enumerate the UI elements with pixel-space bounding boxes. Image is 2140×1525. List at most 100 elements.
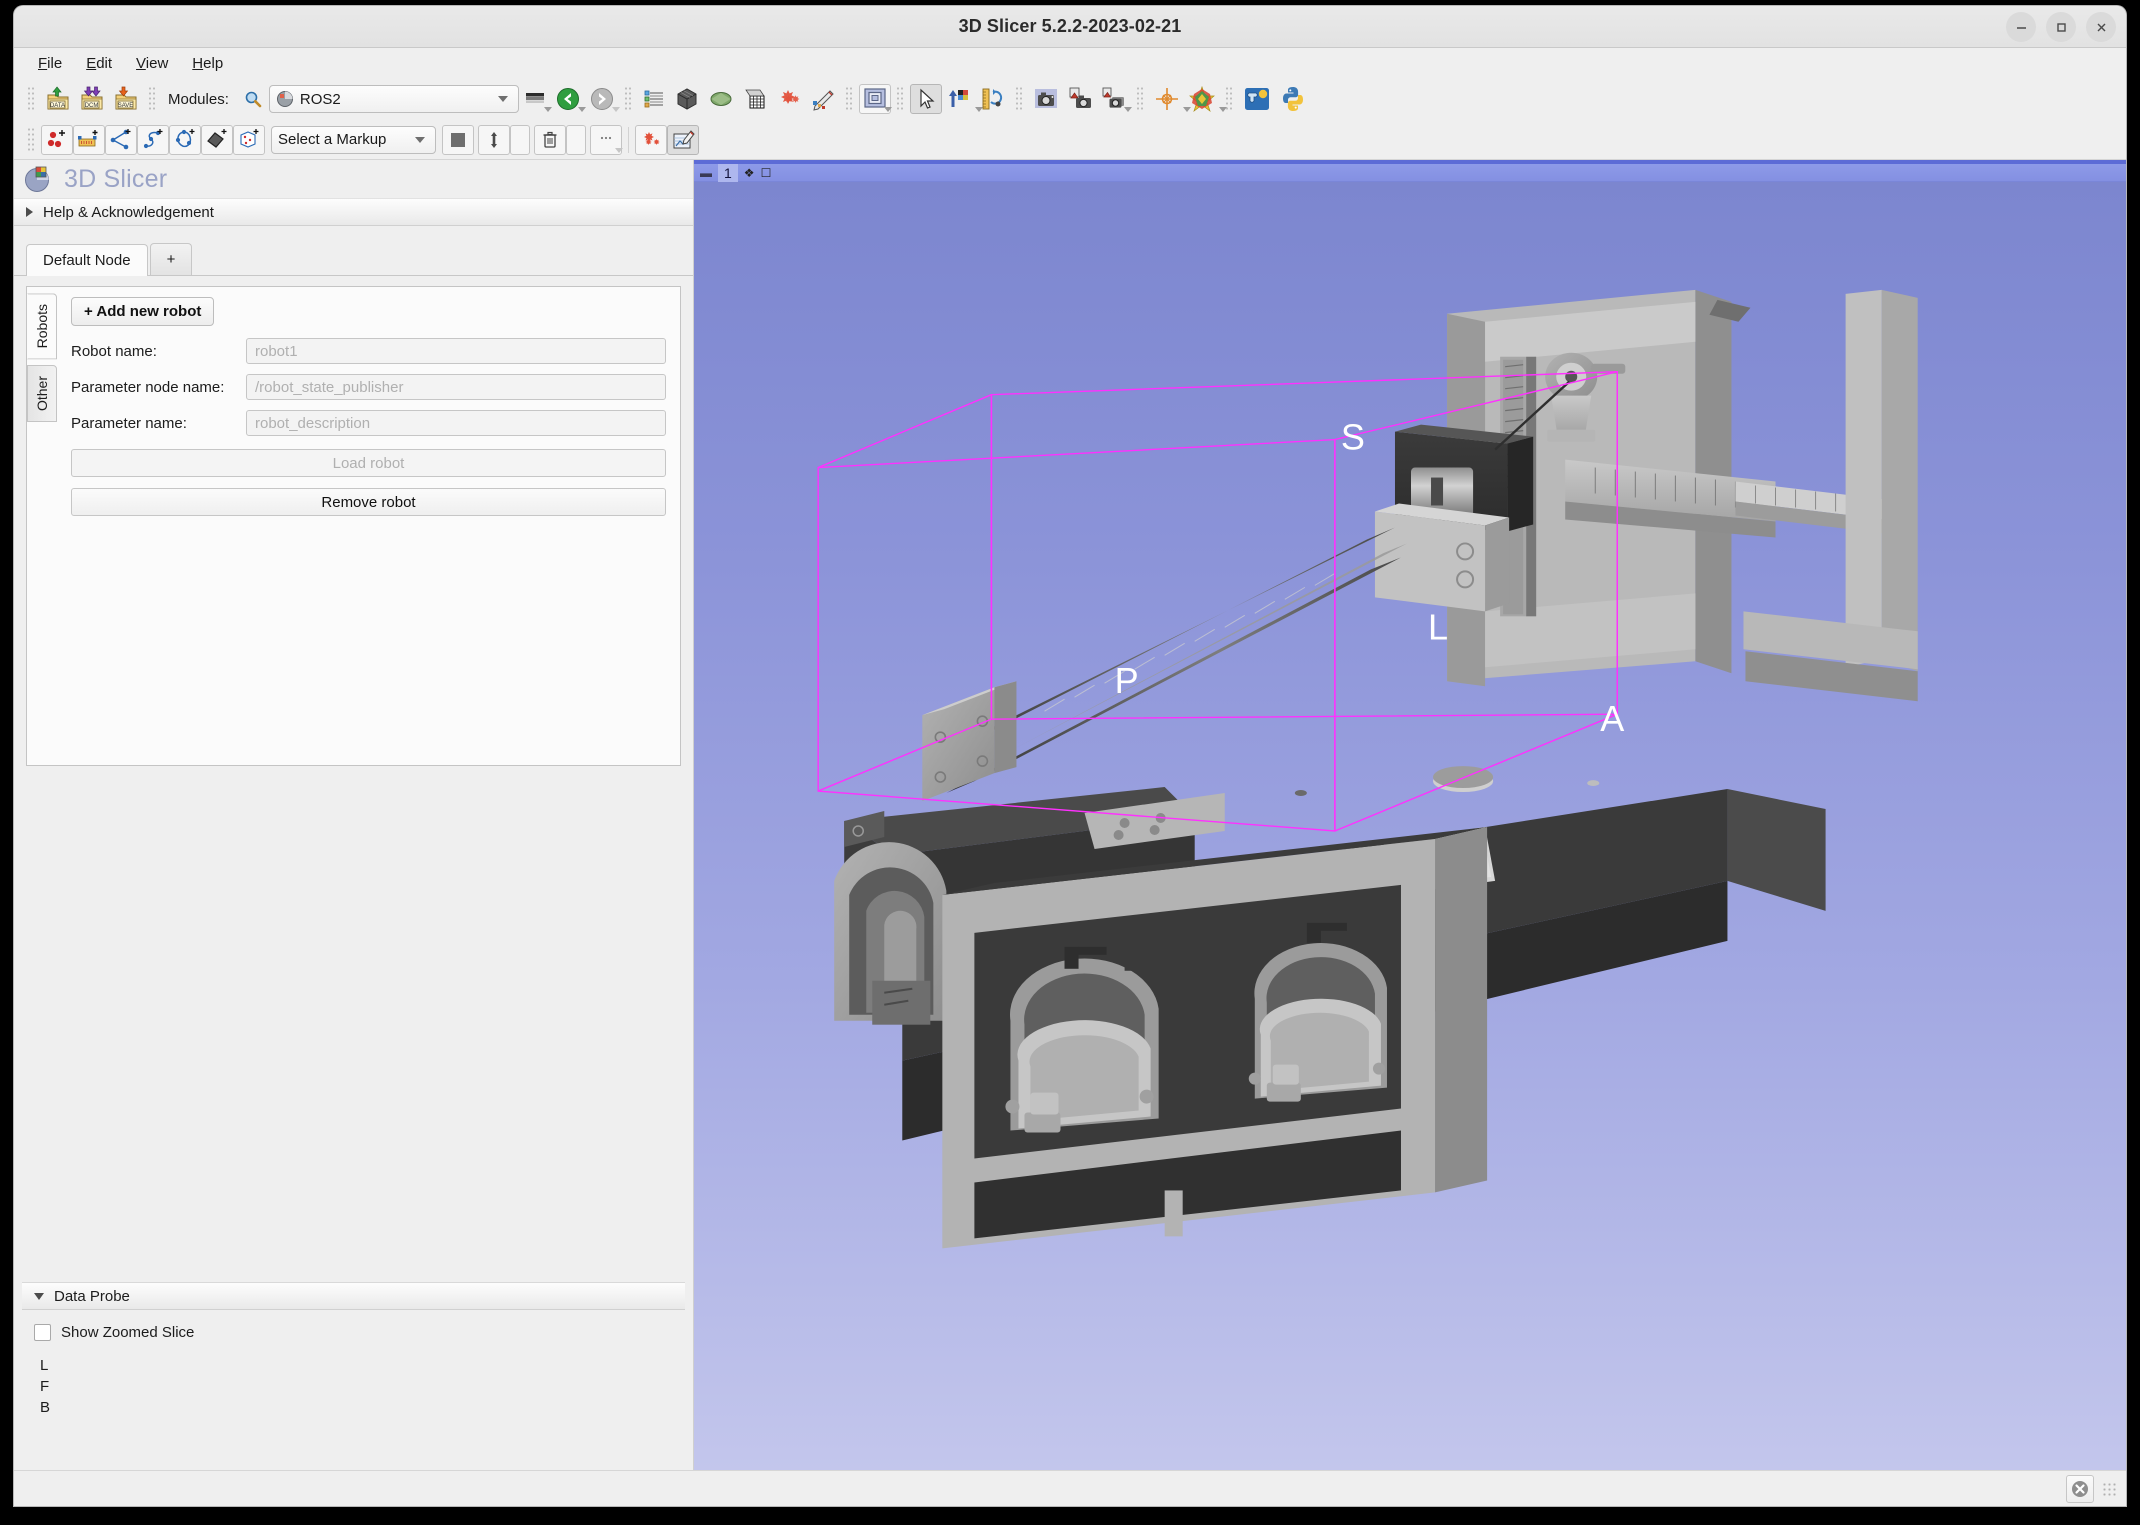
capture-screenshot-icon[interactable] xyxy=(1029,84,1063,114)
subject-hierarchy-icon[interactable] xyxy=(638,84,670,114)
python-console-icon[interactable] xyxy=(1275,84,1311,114)
next-module-icon[interactable] xyxy=(585,84,620,114)
markups-toolbar-grip[interactable] xyxy=(27,126,36,153)
error-log-icon[interactable] xyxy=(2066,1474,2094,1503)
maximize-view-icon[interactable]: ☐ xyxy=(761,167,772,179)
toolbar-grip-modules2[interactable] xyxy=(623,86,633,112)
toolbar-grip[interactable] xyxy=(27,86,36,112)
plane-icon[interactable] xyxy=(201,124,233,155)
module-selector-value: ROS2 xyxy=(299,90,341,108)
color-swatch-icon[interactable] xyxy=(442,124,474,155)
chevron-down-icon xyxy=(615,147,623,153)
help-acknowledgement-section[interactable]: Help & Acknowledgement xyxy=(14,198,693,226)
orientation-label-p: P xyxy=(1115,660,1139,701)
robot-linear-rails xyxy=(922,503,1510,802)
3d-render-view[interactable]: S P L A xyxy=(694,182,2126,1470)
toolbar-grip-layout[interactable] xyxy=(844,86,854,112)
show-zoomed-slice-row[interactable]: Show Zoomed Slice xyxy=(34,1324,693,1341)
markups-module-icon[interactable] xyxy=(806,84,840,114)
jump-icon[interactable] xyxy=(478,124,510,155)
vtab-robots[interactable]: Robots xyxy=(27,293,57,360)
menu-help[interactable]: Help xyxy=(182,53,233,74)
toolbar-grip-modules[interactable] xyxy=(148,86,157,112)
markups-segmentation-icon[interactable] xyxy=(635,124,667,155)
markups-settings-icon[interactable] xyxy=(667,124,699,155)
main-toolbar: DATA DCM SAVE Modules: ROS2 xyxy=(14,78,2126,120)
more-options-icon[interactable] xyxy=(590,124,623,155)
roi-icon[interactable] xyxy=(233,124,265,155)
segmentations-icon[interactable] xyxy=(772,84,806,114)
pin-icon[interactable]: ▬ xyxy=(700,167,712,179)
slice-visibility-icon[interactable] xyxy=(1184,84,1227,114)
tab-default-node[interactable]: Default Node xyxy=(26,244,148,276)
view-number-label: 1 xyxy=(718,163,738,182)
chevron-down-icon xyxy=(611,107,620,112)
module-icon xyxy=(276,91,293,107)
slicer-logo-icon xyxy=(25,166,49,192)
data-probe-title: Data Probe xyxy=(54,1287,130,1305)
save-data-icon[interactable]: SAVE xyxy=(109,84,143,114)
toolbar-separator xyxy=(628,126,629,153)
robot-name-input[interactable]: robot1 xyxy=(246,338,666,364)
screen-capture-icon[interactable] xyxy=(1063,84,1097,114)
crosshair-icon[interactable] xyxy=(1150,84,1191,114)
markup-selector-value: Select a Markup xyxy=(278,131,387,148)
vtab-other[interactable]: Other xyxy=(27,365,57,423)
minimize-icon[interactable] xyxy=(2006,12,2036,42)
mnemonic: V xyxy=(136,54,146,72)
angle-icon[interactable] xyxy=(105,124,137,155)
module-selector[interactable]: ROS2 xyxy=(268,85,519,113)
toolbar-grip-capture[interactable] xyxy=(1014,86,1024,112)
probe-line-f: F xyxy=(40,1378,50,1395)
open-curve-icon[interactable] xyxy=(137,124,169,155)
closed-curve-icon[interactable] xyxy=(169,124,201,155)
module-favorites-icon[interactable] xyxy=(519,84,552,114)
volume-rendering-icon[interactable] xyxy=(738,84,772,114)
tab-add-node[interactable]: + xyxy=(149,243,193,275)
load-data-icon[interactable]: DATA xyxy=(41,84,75,114)
ruler-transform-icon[interactable] xyxy=(976,84,1010,114)
node-tab-strip: Default Node + xyxy=(14,240,693,276)
show-zoomed-slice-checkbox[interactable] xyxy=(34,1324,51,1341)
close-icon[interactable] xyxy=(2086,12,2116,42)
menu-view[interactable]: View xyxy=(126,53,178,74)
markup-selector[interactable]: Select a Markup xyxy=(271,125,436,154)
mnemonic: H xyxy=(192,54,204,72)
previous-module-icon[interactable] xyxy=(551,84,586,114)
data-probe-section[interactable]: Data Probe xyxy=(22,1282,685,1310)
application-window: 3D Slicer 5.2.2-2023-02-21 File Edit Vie… xyxy=(14,6,2126,1506)
models-icon[interactable] xyxy=(704,84,738,114)
point-list-icon[interactable] xyxy=(41,124,73,155)
add-new-robot-button[interactable]: + Add new robot xyxy=(71,297,215,326)
probe-line-l: L xyxy=(40,1357,49,1374)
toolbar-grip-ext[interactable] xyxy=(1224,86,1234,112)
scene-views-icon[interactable] xyxy=(1097,84,1132,114)
menu-file[interactable]: File xyxy=(28,53,72,74)
modules-label: Modules: xyxy=(168,90,229,108)
trash-icon[interactable] xyxy=(534,124,566,155)
extension-manager-icon[interactable] xyxy=(1239,84,1275,114)
jump-options-icon[interactable] xyxy=(510,124,530,155)
parameter-node-name-input[interactable]: /robot_state_publisher xyxy=(246,374,666,400)
parameter-name-input[interactable]: robot_description xyxy=(246,410,666,436)
paint-color-icon[interactable] xyxy=(942,84,983,114)
toolbar-grip-mouse[interactable] xyxy=(895,86,905,112)
magnifier-icon[interactable] xyxy=(237,84,269,114)
maximize-icon[interactable] xyxy=(2046,12,2076,42)
robots-panel: Robots Other + Add new robot Robot name:… xyxy=(26,286,681,766)
toolbar-grip-crosshair[interactable] xyxy=(1135,86,1145,112)
load-dicom-icon[interactable]: DCM xyxy=(75,84,109,114)
mouse-mode-pointer-icon[interactable] xyxy=(909,84,942,114)
volumes-icon[interactable] xyxy=(670,84,704,114)
left-panel: 3D Slicer Help & Acknowledgement Default… xyxy=(14,160,694,1470)
load-robot-button[interactable]: Load robot xyxy=(71,449,666,477)
trash-options-icon[interactable] xyxy=(566,124,586,155)
layout-icon[interactable] xyxy=(858,84,892,114)
remove-robot-button[interactable]: Remove robot xyxy=(71,488,666,516)
brand-row: 3D Slicer xyxy=(14,160,693,198)
menu-edit[interactable]: Edit xyxy=(76,53,122,74)
line-icon[interactable] xyxy=(73,124,105,155)
window-controls xyxy=(2006,6,2116,48)
resize-grip[interactable] xyxy=(2102,1481,2116,1496)
view-properties-icon[interactable]: ❖ xyxy=(744,167,755,179)
